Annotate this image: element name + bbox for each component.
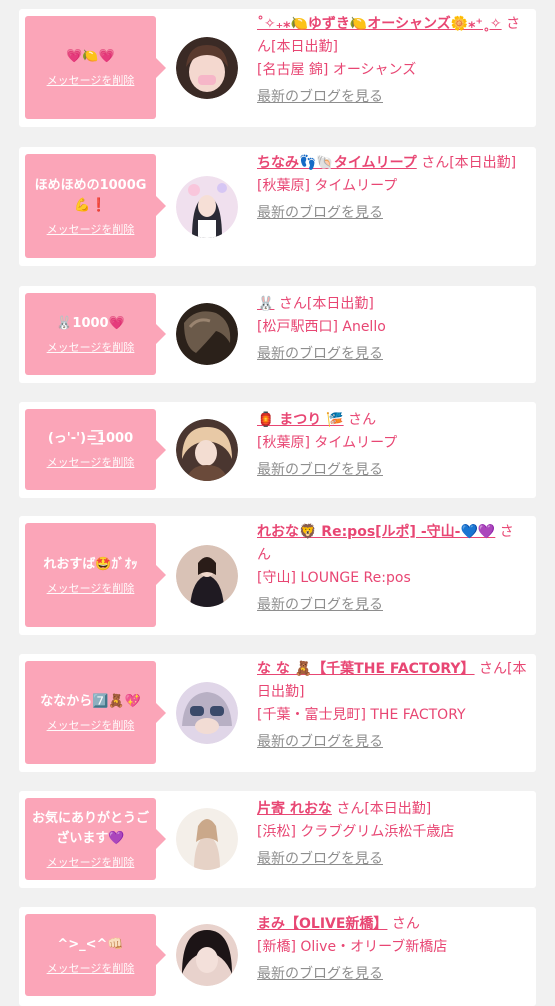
avatar[interactable] [176, 808, 238, 870]
cast-suffix: さん [391, 916, 420, 932]
delete-message-link[interactable]: メッセージを削除 [47, 960, 135, 976]
cast-name-link[interactable]: れおな🦁 Re:pos[ルポ] -守山-💙💜 [257, 524, 495, 540]
message-bubble: 🐰1000💗 メッセージを削除 [25, 293, 166, 375]
avatar[interactable] [176, 924, 238, 986]
message-bubble: れおすば🤩ｶﾞｵｯ メッセージを削除 [25, 523, 166, 627]
delete-message-link[interactable]: メッセージを削除 [47, 454, 135, 470]
message-text: れおすば🤩ｶﾞｵｯ [43, 556, 138, 572]
cast-info: まみ【OLIVE新橋】 さん [新橋] Olive・オリーブ新橋店 最新のブログ… [257, 913, 527, 986]
avatar[interactable] [176, 176, 238, 238]
blog-link[interactable]: 最新のブログを見る [257, 202, 527, 225]
delete-message-link[interactable]: メッセージを削除 [47, 580, 135, 596]
cast-suffix: さん [348, 412, 377, 428]
delete-message-link[interactable]: メッセージを削除 [47, 221, 135, 237]
message-bubble: ほめほめの1000G💪❗ メッセージを削除 [25, 154, 166, 258]
card-7: お気にありがとうございます💜 メッセージを削除 片寄 れおな さん[本日出勤] … [19, 791, 536, 888]
blog-link[interactable]: 最新のブログを見る [257, 963, 527, 986]
card-1: 💗🍋💗 メッセージを削除 ˚✧₊⁎🍋ゆずき🍋オーシャンズ🌼⁎⁺˳✧ さん[本日出… [19, 9, 536, 127]
cast-info: ちなみ👣🐚タイムリープ さん[本日出勤] [秋葉原] タイムリープ 最新のブログ… [257, 152, 527, 225]
cast-location: [新橋] Olive・オリーブ新橋店 [257, 939, 448, 955]
cast-location: [秋葉原] タイムリープ [257, 435, 398, 451]
cast-name-link[interactable]: 片寄 れおな [257, 801, 332, 817]
message-text: 🐰1000💗 [56, 315, 125, 331]
blog-link[interactable]: 最新のブログを見る [257, 459, 527, 482]
card-3: 🐰1000💗 メッセージを削除 🐰 さん[本日出勤] [松戸駅西口] Anell… [19, 286, 536, 383]
delete-message-link[interactable]: メッセージを削除 [47, 717, 135, 733]
message-text: 💗🍋💗 [66, 49, 115, 64]
cast-name-link[interactable]: まみ【OLIVE新橋】 [257, 916, 387, 932]
message-bubble: (っ'-')=͟͟͞͞1000 メッセージを削除 [25, 409, 166, 490]
cast-info: れおな🦁 Re:pos[ルポ] -守山-💙💜 さん [守山] LOUNGE Re… [257, 521, 527, 617]
avatar[interactable] [176, 545, 238, 607]
card-8: ^>_<^👊🏻 メッセージを削除 まみ【OLIVE新橋】 さん [新橋] Oli… [19, 907, 536, 1006]
cast-location: [秋葉原] タイムリープ [257, 178, 398, 194]
message-text: ななから7️⃣🧸💖 [40, 694, 141, 709]
message-bubble: お気にありがとうございます💜 メッセージを削除 [25, 798, 166, 880]
delete-message-link[interactable]: メッセージを削除 [47, 339, 135, 355]
cast-name-link[interactable]: 🐰 [257, 296, 274, 312]
cast-info: 🏮 まつり 🎏 さん [秋葉原] タイムリープ 最新のブログを見る [257, 409, 527, 482]
message-text: (っ'-')=͟͟͞͞1000 [47, 431, 134, 446]
message-text: ^>_<^👊🏻 [57, 936, 124, 952]
avatar[interactable] [176, 303, 238, 365]
blog-link[interactable]: 最新のブログを見る [257, 86, 527, 109]
message-bubble: ななから7️⃣🧸💖 メッセージを削除 [25, 661, 166, 764]
message-bubble: 💗🍋💗 メッセージを削除 [25, 16, 166, 119]
cast-info: 片寄 れおな さん[本日出勤] [浜松] クラブグリム浜松千歳店 最新のブログを… [257, 798, 527, 871]
card-6: ななから7️⃣🧸💖 メッセージを削除 な な 🧸【千葉THE FACTORY】 … [19, 654, 536, 772]
delete-message-link[interactable]: メッセージを削除 [47, 72, 135, 88]
cast-suffix: さん[本日出勤] [336, 801, 432, 817]
message-text: お気にありがとうございます💜 [31, 810, 149, 846]
cast-name-link[interactable]: ˚✧₊⁎🍋ゆずき🍋オーシャンズ🌼⁎⁺˳✧ [257, 16, 502, 32]
message-text: ほめほめの1000G💪❗ [34, 177, 147, 213]
cast-location: [浜松] クラブグリム浜松千歳店 [257, 824, 455, 840]
cast-name-link[interactable]: 🏮 まつり 🎏 [257, 412, 344, 428]
cast-location: [松戸駅西口] Anello [257, 319, 386, 335]
delete-message-link[interactable]: メッセージを削除 [47, 854, 135, 870]
cast-info: な な 🧸【千葉THE FACTORY】 さん[本日出勤] [千葉・富士見町] … [257, 658, 527, 754]
message-bubble: ^>_<^👊🏻 メッセージを削除 [25, 914, 166, 996]
cast-suffix: さん[本日出勤] [421, 155, 517, 171]
card-2: ほめほめの1000G💪❗ メッセージを削除 ちなみ👣🐚タイムリープ さん[本日出… [19, 147, 536, 266]
cast-location: [千葉・富士見町] THE FACTORY [257, 707, 466, 723]
card-5: れおすば🤩ｶﾞｵｯ メッセージを削除 れおな🦁 Re:pos[ルポ] -守山-💙… [19, 516, 536, 635]
avatar[interactable] [176, 419, 238, 481]
avatar[interactable] [176, 682, 238, 744]
card-4: (っ'-')=͟͟͞͞1000 メッセージを削除 🏮 まつり 🎏 さん [秋葉原… [19, 402, 536, 498]
avatar[interactable] [176, 37, 238, 99]
cast-suffix: さん[本日出勤] [278, 296, 374, 312]
blog-link[interactable]: 最新のブログを見る [257, 343, 527, 366]
cast-info: 🐰 さん[本日出勤] [松戸駅西口] Anello 最新のブログを見る [257, 293, 527, 366]
blog-link[interactable]: 最新のブログを見る [257, 594, 527, 617]
cast-name-link[interactable]: ちなみ👣🐚タイムリープ [257, 155, 417, 171]
blog-link[interactable]: 最新のブログを見る [257, 848, 527, 871]
cast-location: [名古屋 錦] オーシャンズ [257, 62, 417, 78]
cast-location: [守山] LOUNGE Re:pos [257, 570, 411, 586]
cast-name-link[interactable]: な な 🧸【千葉THE FACTORY】 [257, 661, 475, 677]
blog-link[interactable]: 最新のブログを見る [257, 731, 527, 754]
cast-info: ˚✧₊⁎🍋ゆずき🍋オーシャンズ🌼⁎⁺˳✧ さん[本日出勤] [名古屋 錦] オー… [257, 13, 527, 109]
